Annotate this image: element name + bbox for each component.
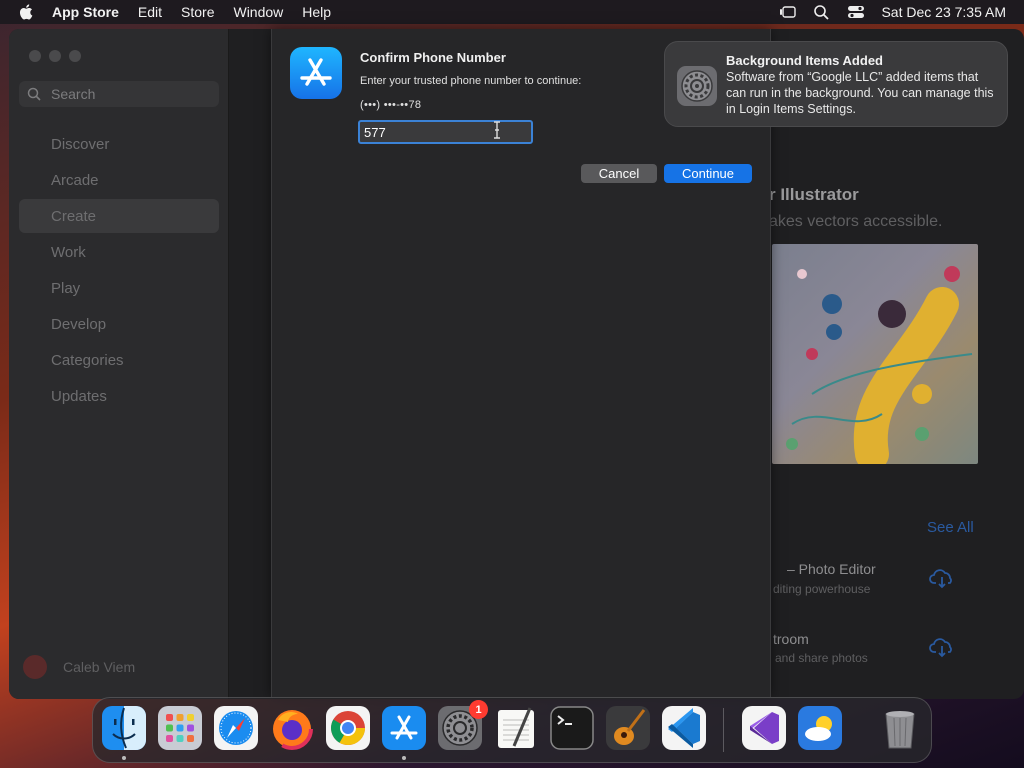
dock-launchpad[interactable]	[158, 706, 202, 750]
menu-help[interactable]: Help	[302, 4, 331, 20]
spotlight-search-icon[interactable]	[813, 4, 831, 20]
text-cursor-icon	[494, 121, 500, 139]
dock-firefox[interactable]	[270, 706, 314, 750]
sidebar-item-create[interactable]: Create	[19, 199, 219, 233]
dock-system-settings[interactable]: 1	[438, 700, 488, 750]
apple-menu-icon[interactable]	[18, 3, 36, 21]
confirm-phone-dialog: Confirm Phone Number Enter your trusted …	[271, 29, 771, 697]
sidebar-item-play[interactable]: Play	[19, 271, 219, 305]
see-all-link[interactable]: See All	[927, 519, 974, 536]
status-area: Sat Dec 23 7:35 AM	[763, 0, 1006, 24]
feature-subtitle: akes vectors accessible.	[769, 213, 943, 230]
visual-studio-icon	[742, 706, 786, 750]
running-indicator	[122, 756, 126, 760]
terminal-icon	[550, 706, 594, 750]
menu-app-name[interactable]: App Store	[52, 4, 119, 20]
cancel-button[interactable]: Cancel	[581, 164, 657, 183]
sidebar-item-categories[interactable]: Categories	[19, 343, 219, 377]
dock-textedit[interactable]	[494, 706, 538, 750]
sidebar-item-work[interactable]: Work	[19, 235, 219, 269]
window-controls	[29, 50, 81, 62]
notification-title: Background Items Added	[726, 53, 883, 68]
sidebar-item-updates[interactable]: Updates	[19, 379, 219, 413]
app-store-icon	[382, 706, 426, 750]
menu-edit[interactable]: Edit	[138, 4, 162, 20]
masked-phone-number: (•••) •••-••78	[360, 99, 422, 111]
textedit-icon	[498, 707, 534, 748]
weather-icon	[798, 706, 842, 750]
sidebar-search[interactable]: Search	[19, 81, 219, 107]
running-indicator	[402, 756, 406, 760]
feature-artwork[interactable]	[772, 244, 978, 464]
launchpad-icon	[158, 706, 202, 750]
avatar	[23, 655, 47, 679]
app-row-subtitle: diting powerhouse	[773, 582, 871, 596]
notification-badge: 1	[469, 700, 488, 719]
dock-app-store[interactable]	[382, 706, 426, 750]
dock-terminal[interactable]	[550, 706, 594, 750]
menu-store[interactable]: Store	[181, 4, 214, 20]
dock-safari[interactable]	[214, 706, 258, 750]
dialog-message: Enter your trusted phone number to conti…	[360, 75, 582, 87]
garageband-icon	[606, 706, 650, 750]
search-icon	[27, 87, 41, 101]
dock-weather[interactable]	[798, 706, 842, 750]
dock-separator	[723, 708, 724, 752]
safari-icon	[214, 706, 258, 750]
sidebar-item-arcade[interactable]: Arcade	[19, 163, 219, 197]
system-settings-icon	[677, 66, 717, 106]
app-row-title[interactable]: troom	[773, 631, 809, 647]
continue-button[interactable]: Continue	[664, 164, 752, 183]
dock-trash[interactable]	[878, 706, 922, 750]
account-button[interactable]: Caleb Viem	[23, 655, 135, 679]
sidebar-item-discover[interactable]: Discover	[19, 127, 219, 161]
phone-code-field[interactable]	[358, 120, 533, 144]
control-center-icon[interactable]	[847, 4, 865, 20]
app-row-subtitle: and share photos	[775, 651, 868, 665]
dock-garageband[interactable]	[606, 706, 650, 750]
chrome-icon	[326, 706, 370, 750]
cloud-download-icon[interactable]	[929, 567, 955, 589]
cloud-download-icon[interactable]	[929, 636, 955, 658]
vscode-icon	[662, 706, 706, 750]
finder-icon	[102, 706, 146, 750]
sidebar-nav: Discover Arcade Create Work Play Develop…	[19, 127, 219, 415]
account-name: Caleb Viem	[63, 659, 136, 675]
menu-bar: App Store Edit Store Window Help Sat Dec…	[0, 0, 1024, 24]
search-placeholder: Search	[51, 86, 96, 102]
trash-icon	[885, 711, 915, 749]
close-window-button[interactable]	[29, 50, 41, 62]
dialog-title: Confirm Phone Number	[360, 50, 506, 65]
menu-clock[interactable]: Sat Dec 23 7:35 AM	[881, 4, 1006, 20]
sidebar: Search Discover Arcade Create Work Play …	[9, 29, 229, 699]
dock-finder[interactable]	[102, 706, 146, 750]
dock-vscode[interactable]	[662, 706, 706, 750]
feature-title[interactable]: r Illustrator	[769, 185, 859, 205]
zoom-window-button[interactable]	[69, 50, 81, 62]
minimize-window-button[interactable]	[49, 50, 61, 62]
background-items-notification[interactable]: Background Items Added Software from “Go…	[664, 41, 1008, 127]
main-content: r Illustrator akes vectors accessible. S…	[769, 29, 1024, 699]
dock-visual-studio[interactable]	[742, 706, 786, 750]
artwork-illustration	[786, 266, 973, 464]
firefox-icon	[271, 708, 313, 750]
dock: 1	[92, 697, 932, 763]
app-row-title[interactable]: – Photo Editor	[787, 561, 876, 577]
sidebar-item-develop[interactable]: Develop	[19, 307, 219, 341]
notification-body: Software from “Google LLC” added items t…	[726, 70, 994, 116]
stage-manager-icon[interactable]	[779, 4, 797, 20]
dock-chrome[interactable]	[326, 706, 370, 750]
app-store-icon	[290, 47, 342, 99]
menu-window[interactable]: Window	[233, 4, 283, 20]
